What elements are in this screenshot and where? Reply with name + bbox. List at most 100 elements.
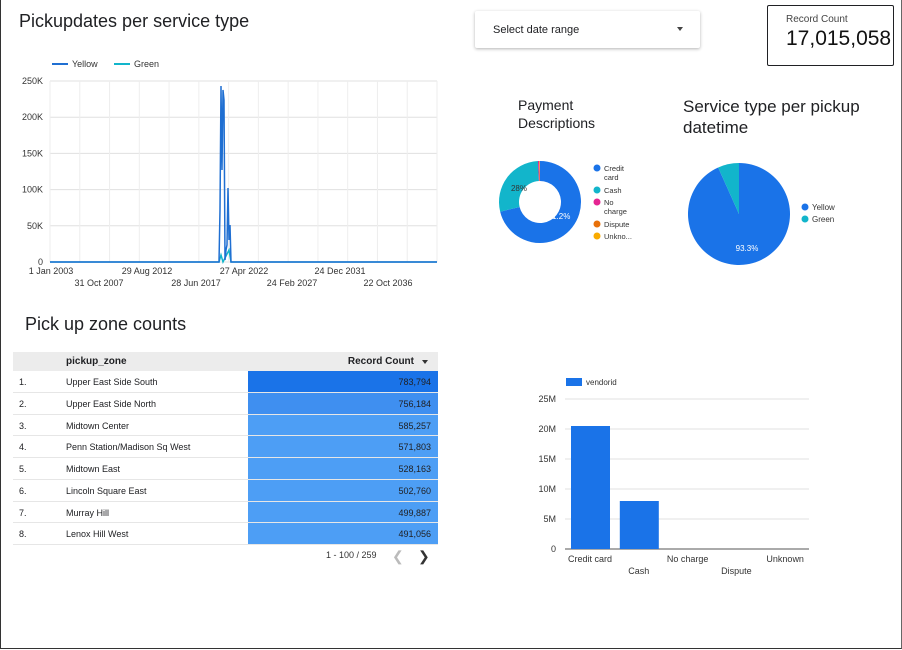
slice-label: 71.2%	[548, 212, 571, 221]
x-tick-label: Cash	[628, 566, 649, 576]
chevron-right-icon[interactable]: ❯	[418, 548, 430, 565]
row-count-cell: 756,184	[248, 392, 438, 414]
row-count-cell: 571,803	[248, 436, 438, 457]
row-count: 571,803	[398, 442, 431, 453]
line-chart-title: Pickupdates per service type	[19, 11, 250, 31]
row-count: 756,184	[398, 398, 431, 409]
legend-label: Unkno...	[604, 232, 632, 241]
row-index: 6.	[19, 485, 27, 496]
row-count: 491,056	[398, 529, 431, 540]
row-zone: Lincoln Square East	[66, 485, 147, 496]
legend-swatch	[566, 378, 582, 386]
row-zone: Murray Hill	[66, 507, 110, 518]
table-row[interactable]: 6. Lincoln Square East 502,760	[13, 479, 438, 502]
row-index: 1.	[19, 377, 27, 387]
legend-dot	[593, 220, 601, 228]
table-header: pickup_zone Record Count	[13, 352, 438, 371]
date-range-picker[interactable]: Select date range	[475, 11, 700, 48]
pagination-label: 1 - 100 / 259	[326, 550, 377, 560]
y-tick-label: 0	[551, 544, 556, 554]
row-zone: Upper East Side South	[66, 377, 158, 387]
x-tick-label: Dispute	[721, 566, 752, 576]
legend-label: Green	[134, 59, 159, 69]
row-index: 8.	[19, 529, 27, 540]
row-index: 3.	[19, 420, 27, 431]
row-count-cell: 499,887	[248, 501, 438, 523]
legend-label: Credit card	[604, 164, 625, 182]
y-tick-label: 100K	[22, 185, 43, 195]
row-count: 585,257	[398, 420, 431, 431]
x-tick-label: 29 Aug 2012	[122, 266, 173, 276]
col-header-count[interactable]: Record Count	[348, 356, 414, 367]
row-zone: Upper East Side North	[66, 398, 157, 409]
chevron-left-icon[interactable]: ❮	[392, 548, 404, 565]
y-tick-label: 250K	[22, 76, 43, 86]
table-row[interactable]: 4. Penn Station/Madison Sq West 571,803	[13, 436, 438, 458]
table-row[interactable]: 2. Upper East Side North 756,184	[13, 392, 438, 415]
row-count: 502,760	[398, 485, 431, 496]
chevron-down-icon	[677, 27, 683, 31]
legend-label: vendorid	[586, 378, 617, 387]
date-range-label: Select date range	[493, 24, 580, 36]
y-tick-label: 200K	[22, 112, 43, 122]
record-count-scorecard: Record Count 17,015,058	[767, 5, 894, 66]
row-count: 499,887	[398, 507, 431, 518]
table-row[interactable]: 5. Midtown East 528,163	[13, 458, 438, 480]
row-count-cell: 502,760	[248, 479, 438, 501]
y-tick-label: 15M	[538, 454, 556, 464]
slice-label: 28%	[511, 184, 527, 193]
scorecard-label: Record Count	[786, 14, 848, 25]
x-tick-label: Unknown	[766, 554, 804, 564]
payment-donut-chart: 71.2% 28% Credit card Cash No charge Dispute Unk…	[499, 161, 632, 243]
table-row[interactable]: 1. Upper East Side South 783,794	[13, 371, 438, 393]
y-tick-label: 5M	[543, 514, 556, 524]
legend-label: No charge	[604, 198, 627, 216]
row-count-cell: 491,056	[248, 523, 438, 544]
payment-pie-title: Payment Descriptions	[518, 97, 596, 131]
series-line-yellow	[50, 85, 437, 263]
legend-label: Yellow	[812, 203, 835, 212]
legend-dot	[593, 232, 601, 240]
x-tick-label: No charge	[667, 554, 709, 564]
legend-label: Yellow	[72, 59, 98, 69]
y-tick-label: 150K	[22, 148, 43, 158]
sort-desc-icon[interactable]	[422, 360, 428, 364]
y-tick-label: 20M	[538, 424, 556, 434]
zone-table: pickup_zone Record Count 1. Upper East Si…	[13, 352, 438, 545]
y-tick-label: 25M	[538, 394, 556, 404]
legend-dot	[593, 186, 601, 194]
x-tick-label: 22 Oct 2036	[363, 278, 412, 288]
service-pie-title: Service type per pickup datetime	[683, 97, 860, 137]
bar-chart: vendorid 0 5M 10M 15M 20M 25M Credit card Cash No…	[538, 378, 809, 576]
col-header-zone[interactable]: pickup_zone	[66, 356, 127, 367]
x-tick-label: 24 Dec 2031	[314, 266, 365, 276]
x-tick-label: Credit card	[568, 554, 612, 564]
x-tick-label: 1 Jan 2003	[29, 266, 74, 276]
legend-dot	[593, 164, 601, 172]
bar	[571, 426, 610, 549]
line-chart: Yellow Green050K100K150K200K250K1 Jan 200…	[22, 59, 438, 288]
row-index: 5.	[19, 464, 27, 474]
legend-dot	[593, 198, 601, 206]
service-pie-chart: 93.3% Yellow Green	[688, 163, 835, 265]
row-index: 4.	[19, 442, 27, 453]
table-row[interactable]: 3. Midtown Center 585,257	[13, 414, 438, 437]
row-zone: Midtown Center	[66, 420, 130, 431]
row-count: 783,794	[398, 377, 431, 387]
row-index: 7.	[19, 507, 27, 518]
y-tick-label: 10M	[538, 484, 556, 494]
legend-label: Green	[812, 215, 834, 224]
legend-label: Dispute	[604, 220, 629, 229]
table-row[interactable]: 7. Murray Hill 499,887	[13, 501, 438, 524]
x-tick-label: 24 Feb 2027	[267, 278, 318, 288]
table-row[interactable]: 8. Lenox Hill West 491,056	[13, 523, 438, 545]
y-tick-label: 50K	[27, 221, 43, 231]
zone-table-title: Pick up zone counts	[25, 314, 187, 334]
x-tick-label: 31 Oct 2007	[74, 278, 123, 288]
bar	[619, 501, 659, 549]
slice-label: 93.3%	[736, 244, 759, 253]
row-count: 528,163	[398, 464, 431, 474]
row-count-cell: 783,794	[248, 371, 438, 392]
legend-dot	[801, 215, 809, 223]
scorecard-value: 17,015,058	[786, 27, 892, 50]
